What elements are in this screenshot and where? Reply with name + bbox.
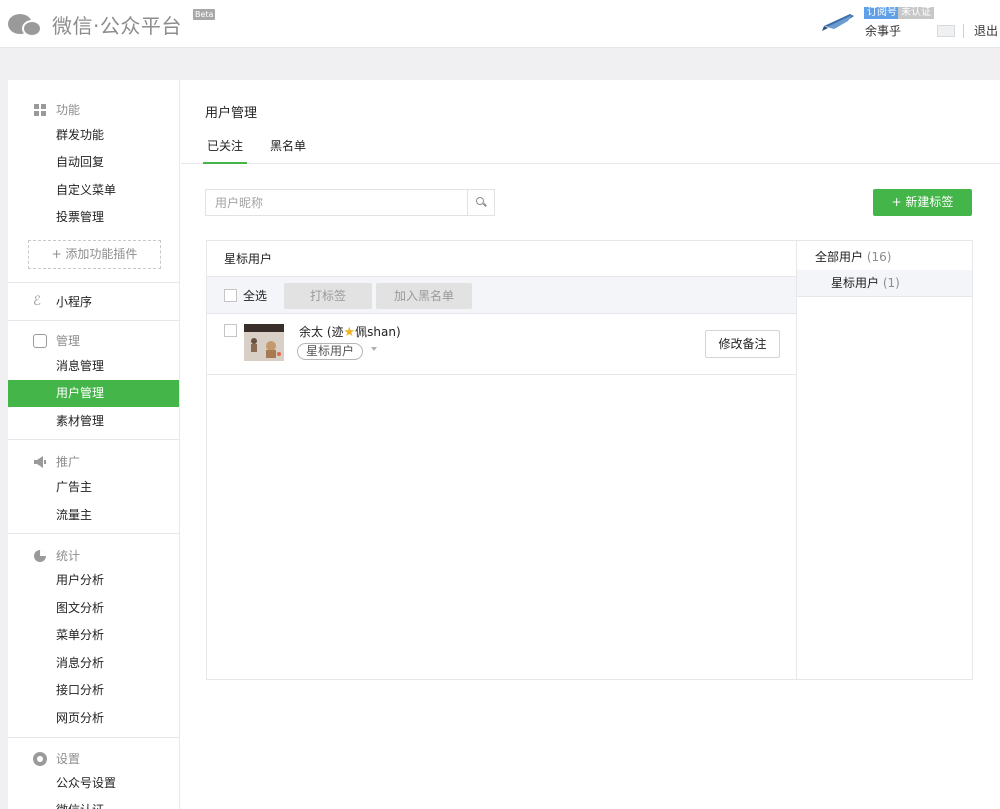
gear-icon <box>33 751 47 766</box>
sidebar-section-settings: 设置 <box>33 750 80 767</box>
list-toolbar: 全选 打标签 加入黑名单 <box>207 277 797 314</box>
user-group-panel: 全部用户 (16) 星标用户 (1) <box>796 240 973 680</box>
edit-remark-button[interactable]: 修改备注 <box>705 330 780 358</box>
user-nickname[interactable]: 余太 (迹★佩shan) <box>299 323 401 340</box>
sidebar-section-function: 功能 <box>33 101 80 118</box>
beta-badge: Beta <box>193 9 216 20</box>
star-icon: ★ <box>343 325 356 340</box>
user-checkbox[interactable] <box>224 324 237 337</box>
sidebar-item-material-manage[interactable]: 素材管理 <box>8 408 179 435</box>
mail-icon[interactable] <box>937 25 955 37</box>
user-avatar[interactable] <box>244 324 284 361</box>
logout-link[interactable]: 退出 <box>974 22 998 39</box>
search-input[interactable] <box>206 190 468 215</box>
sidebar-section-manage: 管理 <box>33 332 80 349</box>
sidebar-divider <box>8 439 179 440</box>
select-all-label[interactable]: 全选 <box>243 287 267 304</box>
sidebar-item-publisher[interactable]: 流量主 <box>8 502 179 529</box>
sidebar-item-api-analysis[interactable]: 接口分析 <box>8 677 179 704</box>
sidebar-divider <box>8 737 179 738</box>
add-plugin-button[interactable]: + 添加功能插件 <box>28 240 161 269</box>
add-to-blacklist-button[interactable]: 加入黑名单 <box>376 283 472 309</box>
search-box <box>205 189 495 216</box>
sidebar-item-web-analysis[interactable]: 网页分析 <box>8 705 179 732</box>
main-content: 用户管理 已关注 黑名单 + 新建标签 星标用户 全选 打标签 加入黑名单 <box>181 80 1000 809</box>
sidebar-item-menu-analysis[interactable]: 菜单分析 <box>8 622 179 649</box>
brand-title: 微信·公众平台 <box>52 14 182 38</box>
brand-logo[interactable]: 微信·公众平台 <box>8 10 182 39</box>
wechat-logo-icon <box>8 12 46 38</box>
sidebar-item-message-analysis[interactable]: 消息分析 <box>8 650 179 677</box>
sidebar-item-advertiser[interactable]: 广告主 <box>8 474 179 501</box>
sidebar-item-vote-manage[interactable]: 投票管理 <box>8 204 179 231</box>
top-header: 微信·公众平台 Beta 订阅号 未认证 余事乎 退出 <box>0 0 1000 48</box>
sidebar-item-mass-send[interactable]: 群发功能 <box>8 122 179 149</box>
sidebar-divider <box>8 282 179 283</box>
sidebar-divider <box>8 320 179 321</box>
sidebar-item-article-analysis[interactable]: 图文分析 <box>8 595 179 622</box>
sidebar-item-wechat-verify[interactable]: 微信认证 <box>8 797 179 809</box>
search-button[interactable] <box>467 190 494 215</box>
account-type-badge[interactable]: 订阅号 <box>864 7 900 19</box>
user-row: 余太 (迹★佩shan) 星标用户 修改备注 <box>207 314 797 375</box>
sidebar-divider <box>8 533 179 534</box>
sidebar-section-promote: 推广 <box>33 453 80 470</box>
sidebar-item-miniprogram[interactable]: ℰ 小程序 <box>33 293 92 310</box>
user-tag-badge[interactable]: 星标用户 <box>297 343 364 360</box>
tab-blacklist[interactable]: 黑名单 <box>266 128 310 164</box>
tab-followed[interactable]: 已关注 <box>203 128 248 164</box>
pie-chart-icon <box>33 549 47 563</box>
group-item-starred[interactable]: 星标用户 (1) <box>797 270 972 297</box>
account-name[interactable]: 余事乎 <box>865 22 901 39</box>
group-all-users[interactable]: 全部用户 (16) <box>815 248 891 265</box>
page-container: 功能 群发功能 自动回复 自定义菜单 投票管理 + 添加功能插件 ℰ 小程序 管… <box>8 80 1000 809</box>
miniprogram-icon: ℰ <box>33 293 41 309</box>
sidebar-item-auto-reply[interactable]: 自动回复 <box>8 149 179 176</box>
select-all-checkbox[interactable] <box>224 289 237 302</box>
new-tag-button[interactable]: + 新建标签 <box>873 189 972 216</box>
verification-status-badge: 未认证 <box>898 7 934 19</box>
sidebar-section-stats: 统计 <box>33 547 80 564</box>
megaphone-icon <box>33 455 47 469</box>
sidebar-item-account-settings[interactable]: 公众号设置 <box>8 770 179 797</box>
sidebar-item-user-manage[interactable]: 用户管理 <box>8 380 179 407</box>
sidebar-item-user-analysis[interactable]: 用户分析 <box>8 567 179 594</box>
user-list-panel: 星标用户 全选 打标签 加入黑名单 余太 (迹★佩shan) 星标用户 修改备注 <box>206 240 797 680</box>
header-divider <box>963 24 964 38</box>
tab-bar: 已关注 黑名单 <box>181 128 1000 164</box>
sidebar: 功能 群发功能 自动回复 自定义菜单 投票管理 + 添加功能插件 ℰ 小程序 管… <box>8 80 180 809</box>
list-title: 星标用户 <box>207 241 797 277</box>
inbox-icon <box>33 333 47 348</box>
caret-down-icon[interactable] <box>371 347 377 351</box>
account-avatar[interactable] <box>822 12 856 32</box>
grid-icon <box>33 103 47 117</box>
page-title: 用户管理 <box>205 106 258 121</box>
add-tag-button[interactable]: 打标签 <box>284 283 372 309</box>
sidebar-item-custom-menu[interactable]: 自定义菜单 <box>8 177 179 204</box>
sidebar-item-message-manage[interactable]: 消息管理 <box>8 353 179 380</box>
